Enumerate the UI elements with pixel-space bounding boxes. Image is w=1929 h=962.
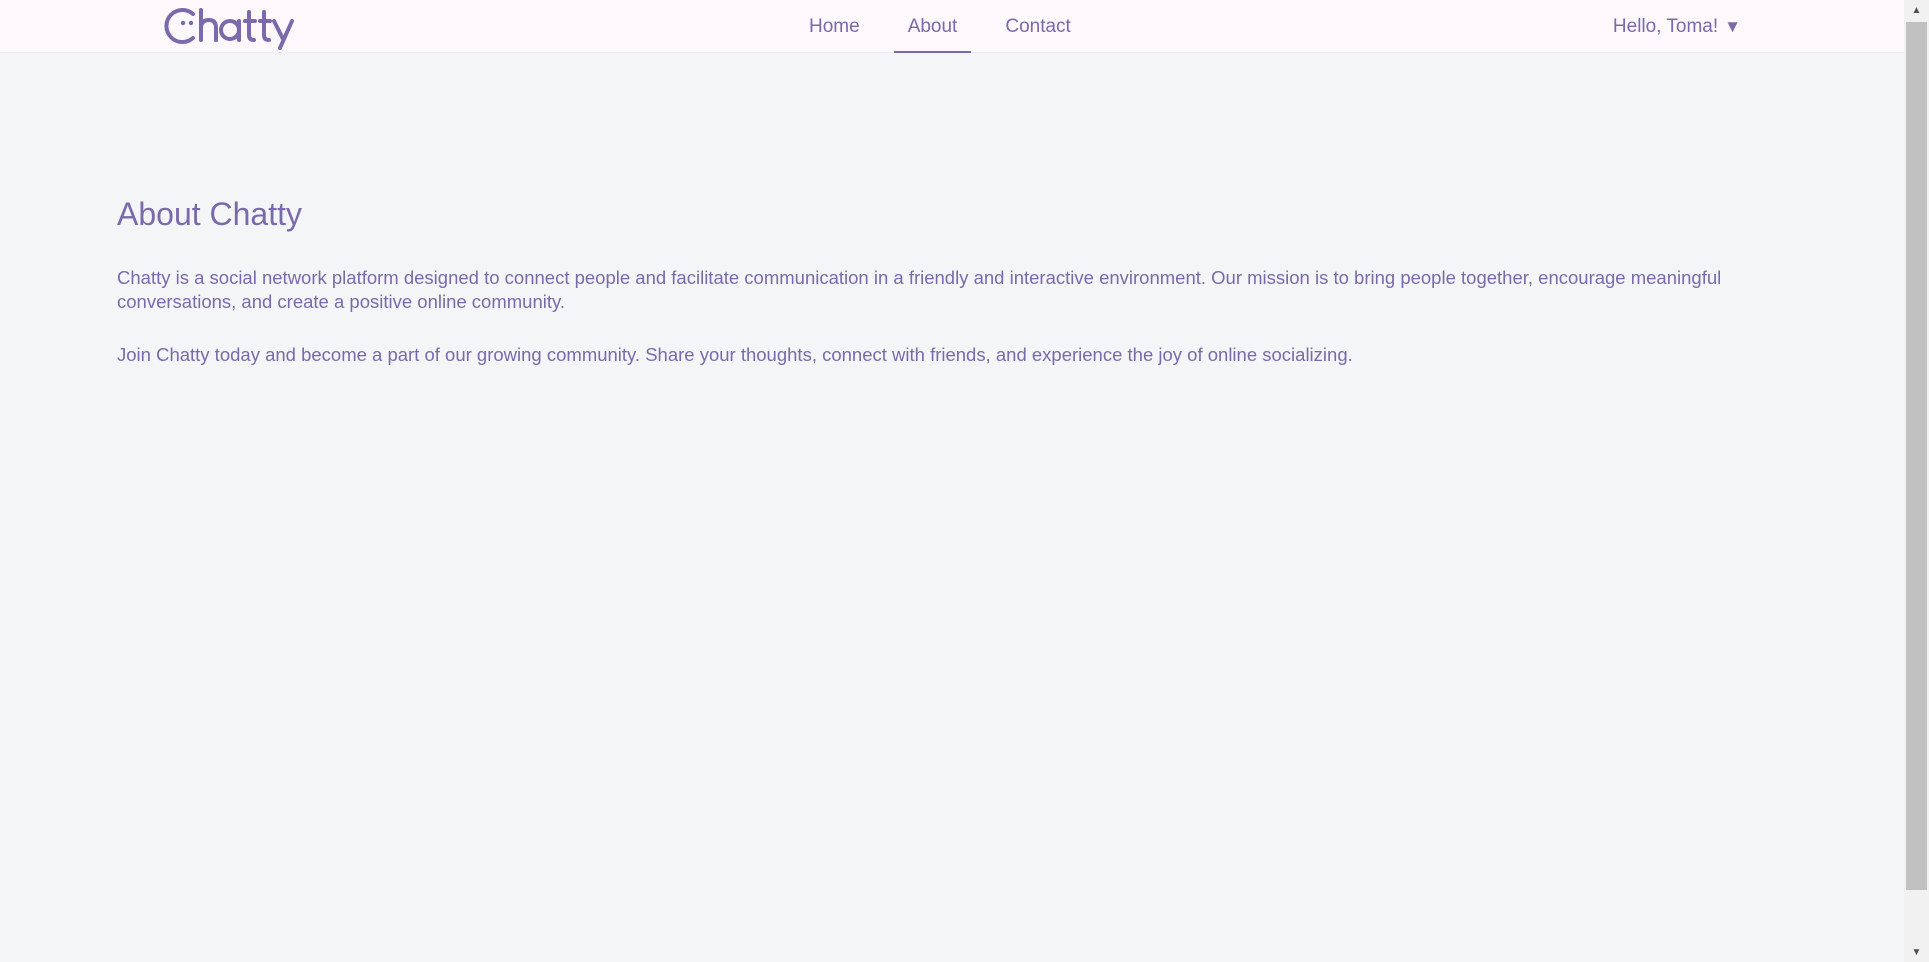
top-navigation-bar: Home About Contact Hello, Toma! ▼ [0,0,1904,53]
vertical-scrollbar[interactable]: ▲ ▼ [1904,0,1929,962]
about-paragraph-mission: Chatty is a social network platform desi… [117,267,1722,312]
nav-home-link[interactable]: Home [795,0,874,53]
about-section: About Chatty Chatty is a social network … [117,192,1757,396]
scroll-up-arrow-icon[interactable]: ▲ [1904,0,1929,20]
scroll-down-arrow-icon[interactable]: ▼ [1904,942,1929,962]
user-greeting: Hello, Toma! [1612,15,1719,37]
main-nav: Home About Contact [785,0,1095,53]
page-title: About Chatty [117,196,302,232]
chatty-logo[interactable] [161,2,297,50]
scroll-thumb[interactable] [1906,22,1927,890]
chatty-logo-icon [164,8,294,50]
user-menu-dropdown[interactable]: Hello, Toma! ▼ [1613,0,1741,53]
page: Home About Contact Hello, Toma! ▼ About … [0,0,1904,962]
nav-contact-link[interactable]: Contact [991,0,1084,53]
nav-about-link[interactable]: About [893,0,972,53]
about-paragraph-join: Join Chatty today and become a part of o… [117,344,1353,365]
caret-down-icon: ▼ [1724,17,1741,36]
